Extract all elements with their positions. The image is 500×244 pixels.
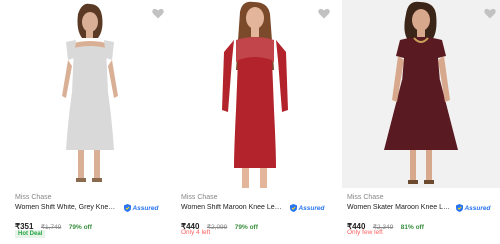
assured-shield-icon xyxy=(124,204,132,212)
product-title[interactable]: Women Shift Maroon Knee Leng... xyxy=(181,204,285,211)
product-brand: Miss Chase xyxy=(347,194,384,201)
product-card[interactable]: Miss Chase Women Shift Maroon Knee Leng.… xyxy=(176,0,334,244)
dress-photo-maroon-skater-icon xyxy=(384,1,458,184)
wishlist-heart-icon[interactable] xyxy=(318,8,330,19)
assured-badge: Assured xyxy=(456,204,490,212)
assured-shield-icon xyxy=(290,204,298,212)
product-image[interactable] xyxy=(10,0,168,188)
hot-deal-badge: Hot Deal xyxy=(15,230,46,238)
product-title-row: Women Shift Maroon Knee Leng... Assured xyxy=(181,204,336,214)
product-card[interactable]: Miss Chase Women Shift White, Grey Knee … xyxy=(10,0,168,244)
stock-status: Only few left xyxy=(347,229,383,236)
product-card[interactable]: Miss Chase Women Skater Maroon Knee Len.… xyxy=(342,0,500,244)
assured-label: Assured xyxy=(464,204,491,212)
wishlist-heart-icon[interactable] xyxy=(152,8,164,19)
product-title[interactable]: Women Shift White, Grey Knee L... xyxy=(15,204,119,211)
product-brand: Miss Chase xyxy=(181,194,218,201)
product-image[interactable] xyxy=(342,0,500,188)
price-row: ₹351 ₹1,749 79% off xyxy=(15,216,92,231)
price-row: ₹440 ₹2,349 81% off xyxy=(347,216,424,231)
assured-label: Assured xyxy=(132,204,159,212)
price-row: ₹440 ₹2,099 79% off xyxy=(181,216,258,231)
assured-shield-icon xyxy=(456,204,464,212)
dress-photo-white-grey-icon xyxy=(62,3,118,182)
product-image[interactable] xyxy=(176,0,334,188)
discount-percent: 79% off xyxy=(68,224,92,231)
assured-label: Assured xyxy=(298,204,325,212)
product-brand: Miss Chase xyxy=(15,194,52,201)
wishlist-heart-icon[interactable] xyxy=(484,8,496,19)
stock-status: Only 4 left xyxy=(181,229,211,236)
product-title[interactable]: Women Skater Maroon Knee Len... xyxy=(347,204,451,211)
product-grid: Miss Chase Women Shift White, Grey Knee … xyxy=(0,0,500,244)
assured-badge: Assured xyxy=(124,204,158,212)
product-title-row: Women Shift White, Grey Knee L... Assure… xyxy=(15,204,170,214)
assured-badge: Assured xyxy=(290,204,324,212)
product-title-row: Women Skater Maroon Knee Len... Assured xyxy=(347,204,500,214)
discount-percent: 79% off xyxy=(234,224,258,231)
dress-photo-maroon-shift-icon xyxy=(222,1,288,188)
discount-percent: 81% off xyxy=(400,224,424,231)
